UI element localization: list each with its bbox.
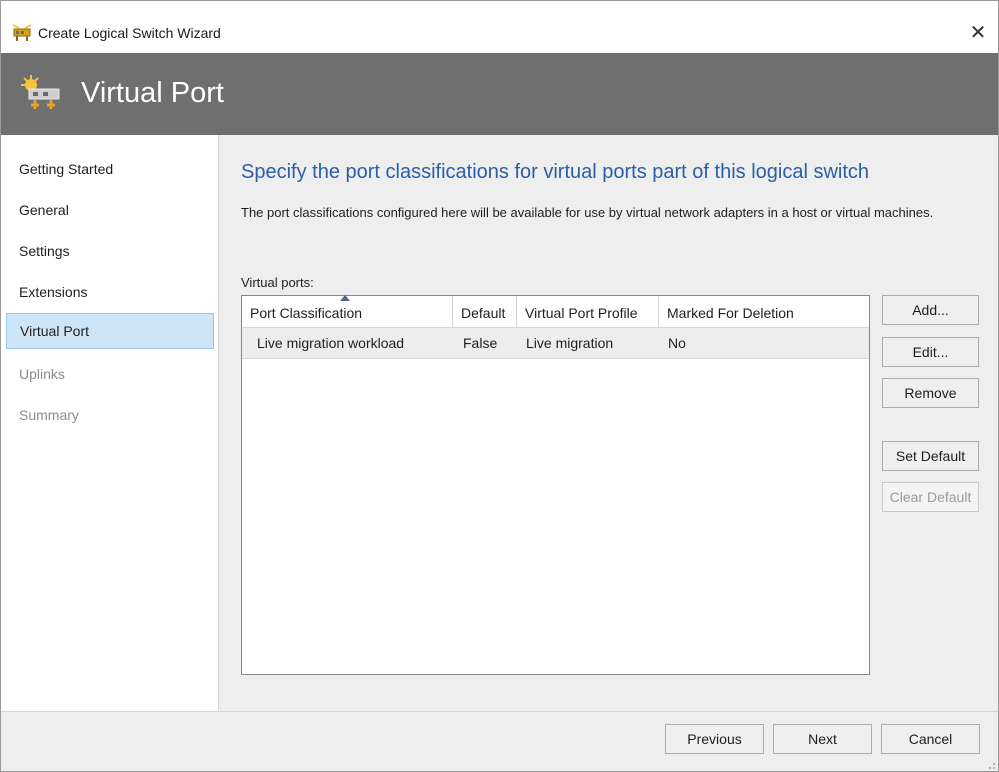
page-description: The port classifications configured here…	[241, 205, 934, 220]
clear-default-button: Clear Default	[882, 482, 979, 512]
virtual-ports-table[interactable]: Port Classification Default Virtual Port…	[241, 295, 870, 675]
set-default-button[interactable]: Set Default	[882, 441, 979, 471]
table-header: Port Classification Default Virtual Port…	[242, 295, 869, 328]
wizard-steps-nav: Getting Started General Settings Extensi…	[1, 135, 219, 711]
column-header-virtual-port-profile[interactable]: Virtual Port Profile	[517, 296, 659, 327]
page-title: Specify the port classifications for vir…	[241, 161, 870, 183]
cell-port-classification: Live migration workload	[257, 335, 405, 351]
logical-switch-icon	[21, 75, 60, 109]
cell-marked-for-deletion: No	[668, 335, 686, 351]
wizard-page-heading: Virtual Port	[81, 77, 224, 109]
close-icon[interactable]: ✕	[966, 21, 990, 45]
cell-default: False	[463, 335, 498, 351]
sort-ascending-icon	[340, 295, 350, 301]
add-button[interactable]: Add...	[882, 295, 979, 325]
table-row[interactable]: Live migration workload False Live migra…	[242, 328, 869, 359]
nav-item-general[interactable]: General	[6, 192, 214, 228]
resize-grip-icon[interactable]	[986, 760, 996, 770]
edit-button[interactable]: Edit...	[882, 337, 979, 367]
cell-virtual-port-profile: Live migration	[526, 335, 614, 351]
wizard-footer: Previous Next Cancel	[1, 711, 998, 771]
cancel-button[interactable]: Cancel	[881, 724, 980, 754]
virtual-ports-label: Virtual ports:	[241, 275, 314, 290]
nav-item-virtual-port[interactable]: Virtual Port	[6, 313, 214, 349]
next-button[interactable]: Next	[773, 724, 872, 754]
column-header-default[interactable]: Default	[453, 296, 517, 327]
nav-item-settings[interactable]: Settings	[6, 233, 214, 269]
nav-item-getting-started[interactable]: Getting Started	[6, 151, 214, 187]
column-header-marked-for-deletion[interactable]: Marked For Deletion	[659, 296, 869, 327]
logical-switch-icon	[12, 24, 32, 41]
wizard-header: Virtual Port	[1, 53, 998, 135]
title-bar[interactable]: Create Logical Switch Wizard ✕	[1, 9, 998, 53]
nav-item-summary: Summary	[19, 407, 79, 423]
remove-button[interactable]: Remove	[882, 378, 979, 408]
wizard-window: Create Logical Switch Wizard ✕ Virtual P…	[0, 0, 999, 772]
wizard-content: Specify the port classifications for vir…	[219, 135, 998, 711]
nav-item-extensions[interactable]: Extensions	[6, 274, 214, 310]
previous-button[interactable]: Previous	[665, 724, 764, 754]
column-label: Port Classification	[250, 305, 363, 321]
nav-item-uplinks: Uplinks	[19, 366, 65, 382]
column-header-port-classification[interactable]: Port Classification	[242, 295, 453, 327]
window-title: Create Logical Switch Wizard	[38, 25, 221, 41]
